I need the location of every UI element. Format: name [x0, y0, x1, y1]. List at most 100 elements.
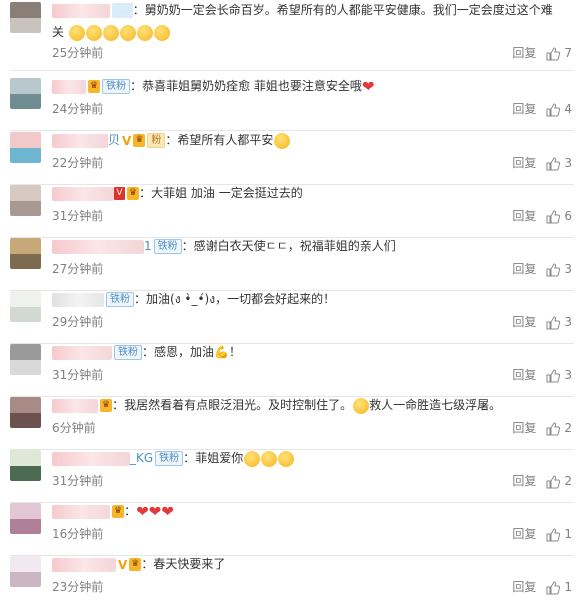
avatar[interactable] [10, 450, 41, 481]
vip-badge-icon: ♛ [112, 505, 125, 518]
reply-button[interactable]: 回复 [512, 368, 536, 382]
vip-badge-icon: ♛ [129, 558, 142, 571]
comment-text: 感恩，加油💪！ [154, 345, 241, 359]
username[interactable] [52, 133, 108, 148]
avatar[interactable] [10, 344, 41, 375]
emoji-icon [68, 24, 85, 41]
fan-badge: 铁粉 [155, 451, 184, 466]
reply-button[interactable]: 回复 [512, 474, 536, 488]
username[interactable] [52, 79, 86, 94]
verified-icon: V [114, 187, 125, 200]
avatar[interactable] [10, 556, 41, 587]
username[interactable] [52, 557, 116, 572]
avatar[interactable] [10, 132, 41, 163]
comment-text: 感谢白衣天使ㄷㄷ，祝福菲姐的亲人们 [193, 239, 396, 253]
comment-actions: 回复 3 [512, 366, 572, 383]
emoji-icon [119, 24, 136, 41]
username[interactable] [52, 398, 98, 413]
reply-button[interactable]: 回复 [512, 102, 536, 116]
verified-icon: V [118, 557, 128, 572]
reply-button[interactable]: 回复 [512, 315, 536, 329]
thumbs-up-icon[interactable] [546, 102, 561, 117]
thumbs-up-icon[interactable] [546, 46, 561, 61]
avatar[interactable] [10, 238, 41, 269]
avatar[interactable] [10, 291, 41, 322]
fan-badge-icon: .... [112, 3, 133, 18]
reply-button[interactable]: 回复 [512, 209, 536, 223]
comment-time: 29分钟前 [52, 315, 104, 329]
comment-actions: 回复 7 [512, 44, 572, 61]
thumbs-up-icon[interactable] [546, 209, 561, 224]
avatar[interactable] [10, 503, 41, 534]
comment-line: 铁粉 ：加油(ง •̀_•́)ง，一切都会好起来的！ [52, 289, 578, 309]
thumbs-up-icon[interactable] [546, 474, 561, 489]
comment-line-2: 关 [52, 22, 578, 42]
comment-line: _KG 铁粉 ：菲姐爱你 [52, 448, 578, 468]
comment-line: V ♛ ：大菲姐 加油 一定会挺过去的 [52, 183, 578, 203]
comment-item: V ♛ ：大菲姐 加油 一定会挺过去的 31分钟前 回复 6 [0, 183, 584, 238]
comment-text: 我居然看着有点眼泛泪光。及时控制住了。 [124, 398, 353, 412]
vip-badge-icon: ♛ [133, 134, 146, 147]
comment-line: 贝 V ♛ 粉：希望所有人都平安 [52, 130, 578, 151]
thumbs-up-icon[interactable] [546, 368, 561, 383]
avatar[interactable] [10, 2, 41, 33]
comment-text: 希望所有人都平安 [177, 133, 274, 147]
avatar[interactable] [10, 78, 41, 109]
like-count: 7 [564, 46, 572, 60]
comment-item: ♛ 铁粉 ：恭喜菲姐舅奶奶痊愈 菲姐也要注意安全哦❤ 24分钟前 回复 4 [0, 76, 584, 131]
comment-time: 27分钟前 [52, 262, 104, 276]
like-count: 3 [564, 156, 572, 170]
emoji-icon [102, 24, 119, 41]
reply-button[interactable]: 回复 [512, 580, 536, 594]
username[interactable] [52, 186, 114, 201]
reply-button[interactable]: 回复 [512, 421, 536, 435]
reply-button[interactable]: 回复 [512, 46, 536, 60]
username-tail[interactable]: _KG [130, 451, 153, 465]
reply-button[interactable]: 回复 [512, 262, 536, 276]
heart-icon: ❤ [161, 502, 174, 521]
username[interactable] [52, 451, 130, 466]
comment-actions: 回复 3 [512, 260, 572, 277]
comment-line: V ♛ ：春天快要来了 [52, 554, 578, 575]
avatar[interactable] [10, 185, 41, 216]
like-count: 3 [564, 368, 572, 382]
thumbs-up-icon[interactable] [546, 421, 561, 436]
thumbs-up-icon[interactable] [546, 156, 561, 171]
thumbs-up-icon[interactable] [546, 580, 561, 595]
username[interactable] [52, 504, 110, 519]
emoji-icon [353, 397, 370, 414]
username[interactable] [52, 239, 144, 254]
comment-actions: 回复 6 [512, 207, 572, 224]
like-count: 2 [564, 421, 572, 435]
username[interactable] [52, 3, 110, 18]
avatar[interactable] [10, 397, 41, 428]
username[interactable] [52, 345, 112, 360]
comment-text: 菲姐爱你 [195, 451, 244, 465]
thumbs-up-icon[interactable] [546, 315, 561, 330]
username-tail[interactable]: 贝 [108, 133, 120, 147]
like-count: 3 [564, 262, 572, 276]
comment-line: ♛ ：我居然看着有点眼泛泪光。及时控制住了。 救人一命胜造七级浮屠。 [52, 395, 578, 415]
comment-actions: 回复 3 [512, 313, 572, 330]
comment-text: 春天快要来了 [153, 557, 226, 571]
username[interactable] [52, 292, 104, 307]
emoji-icon [244, 450, 261, 467]
username-tail[interactable]: 1 [144, 239, 152, 253]
reply-button[interactable]: 回复 [512, 156, 536, 170]
comment-actions: 回复 1 [512, 578, 572, 595]
comment-time: 6分钟前 [52, 421, 96, 435]
comment-actions: 回复 1 [512, 525, 572, 542]
comment-text-cont: 关 [52, 25, 65, 39]
comment-actions: 回复 4 [512, 100, 572, 117]
vip-badge-icon: ♛ [88, 80, 101, 93]
reply-button[interactable]: 回复 [512, 527, 536, 541]
thumbs-up-icon[interactable] [546, 527, 561, 542]
like-count: 3 [564, 315, 572, 329]
comment-time: 25分钟前 [52, 46, 104, 60]
divider [10, 70, 574, 71]
fan-badge-icon: 粉 [147, 133, 166, 148]
thumbs-up-icon[interactable] [546, 262, 561, 277]
comment-line: ♛ ：❤❤❤ [52, 501, 578, 522]
comment-item: V ♛ ：春天快要来了 23分钟前 回复 1 [0, 554, 584, 607]
heart-icon: ❤ [361, 77, 375, 96]
